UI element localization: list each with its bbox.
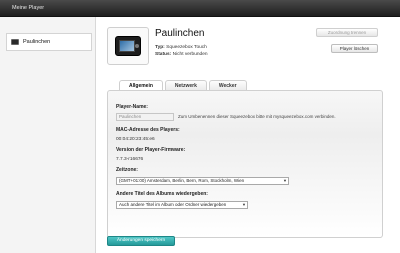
squeezebox-icon [11,39,19,45]
save-changes-button[interactable]: Änderungen speichern [107,236,175,246]
album-playback-selected-value: Auch andere Titel im Album oder Ordner w… [119,202,227,207]
player-sidebar: Paulinchen [0,17,96,253]
player-image [107,27,149,65]
mac-address-label: MAC-Adresse des Players: [116,127,180,133]
timezone-selected-value: (GMT+01:00) Amsterdam, Berlin, Bern, Rom… [119,178,245,183]
mac-address-value: 00:04:20:23:45:e6 [116,137,155,142]
player-name-field: Paulinchen [116,113,174,121]
disconnect-button[interactable]: Zuordnung trennen [316,28,378,37]
rename-hint: Zum Umbenennen dieser Squeezebox bitte m… [178,114,336,119]
firmware-label: Version der Player-Firmware: [116,147,186,153]
sidebar-item-paulinchen[interactable]: Paulinchen [6,33,92,51]
status-value: Nicht verbunden [172,52,208,57]
player-detail: Paulinchen Typ: Squeezebox Touch Status:… [97,17,400,253]
app-titlebar: Meine Player [0,0,400,17]
general-settings-panel: Player-Name: Paulinchen Zum Umbenennen d… [107,90,383,238]
timezone-label: Zeitzone: [116,167,138,173]
sidebar-item-label: Paulinchen [23,39,51,45]
delete-player-button[interactable]: Player löschen [331,44,378,53]
chevron-down-icon: ▼ [242,202,246,207]
player-status: Status: Nicht verbunden [155,52,208,57]
timezone-select[interactable]: (GMT+01:00) Amsterdam, Berlin, Bern, Rom… [116,177,289,185]
squeezebox-touch-icon [115,36,141,56]
type-label: Typ: [155,45,165,50]
chevron-down-icon: ▼ [283,178,287,183]
album-playback-select[interactable]: Auch andere Titel im Album oder Ordner w… [116,201,248,209]
album-playback-label: Andere Titel des Albums wiedergeben: [116,191,208,197]
type-value: Squeezebox Touch [166,45,207,50]
firmware-value: 7.7.3-r16676 [116,157,144,162]
player-type: Typ: Squeezebox Touch [155,45,207,50]
player-name-heading: Paulinchen [155,28,205,39]
player-name-label: Player-Name: [116,104,148,110]
status-label: Status: [155,52,172,57]
window-title: Meine Player [12,5,45,11]
